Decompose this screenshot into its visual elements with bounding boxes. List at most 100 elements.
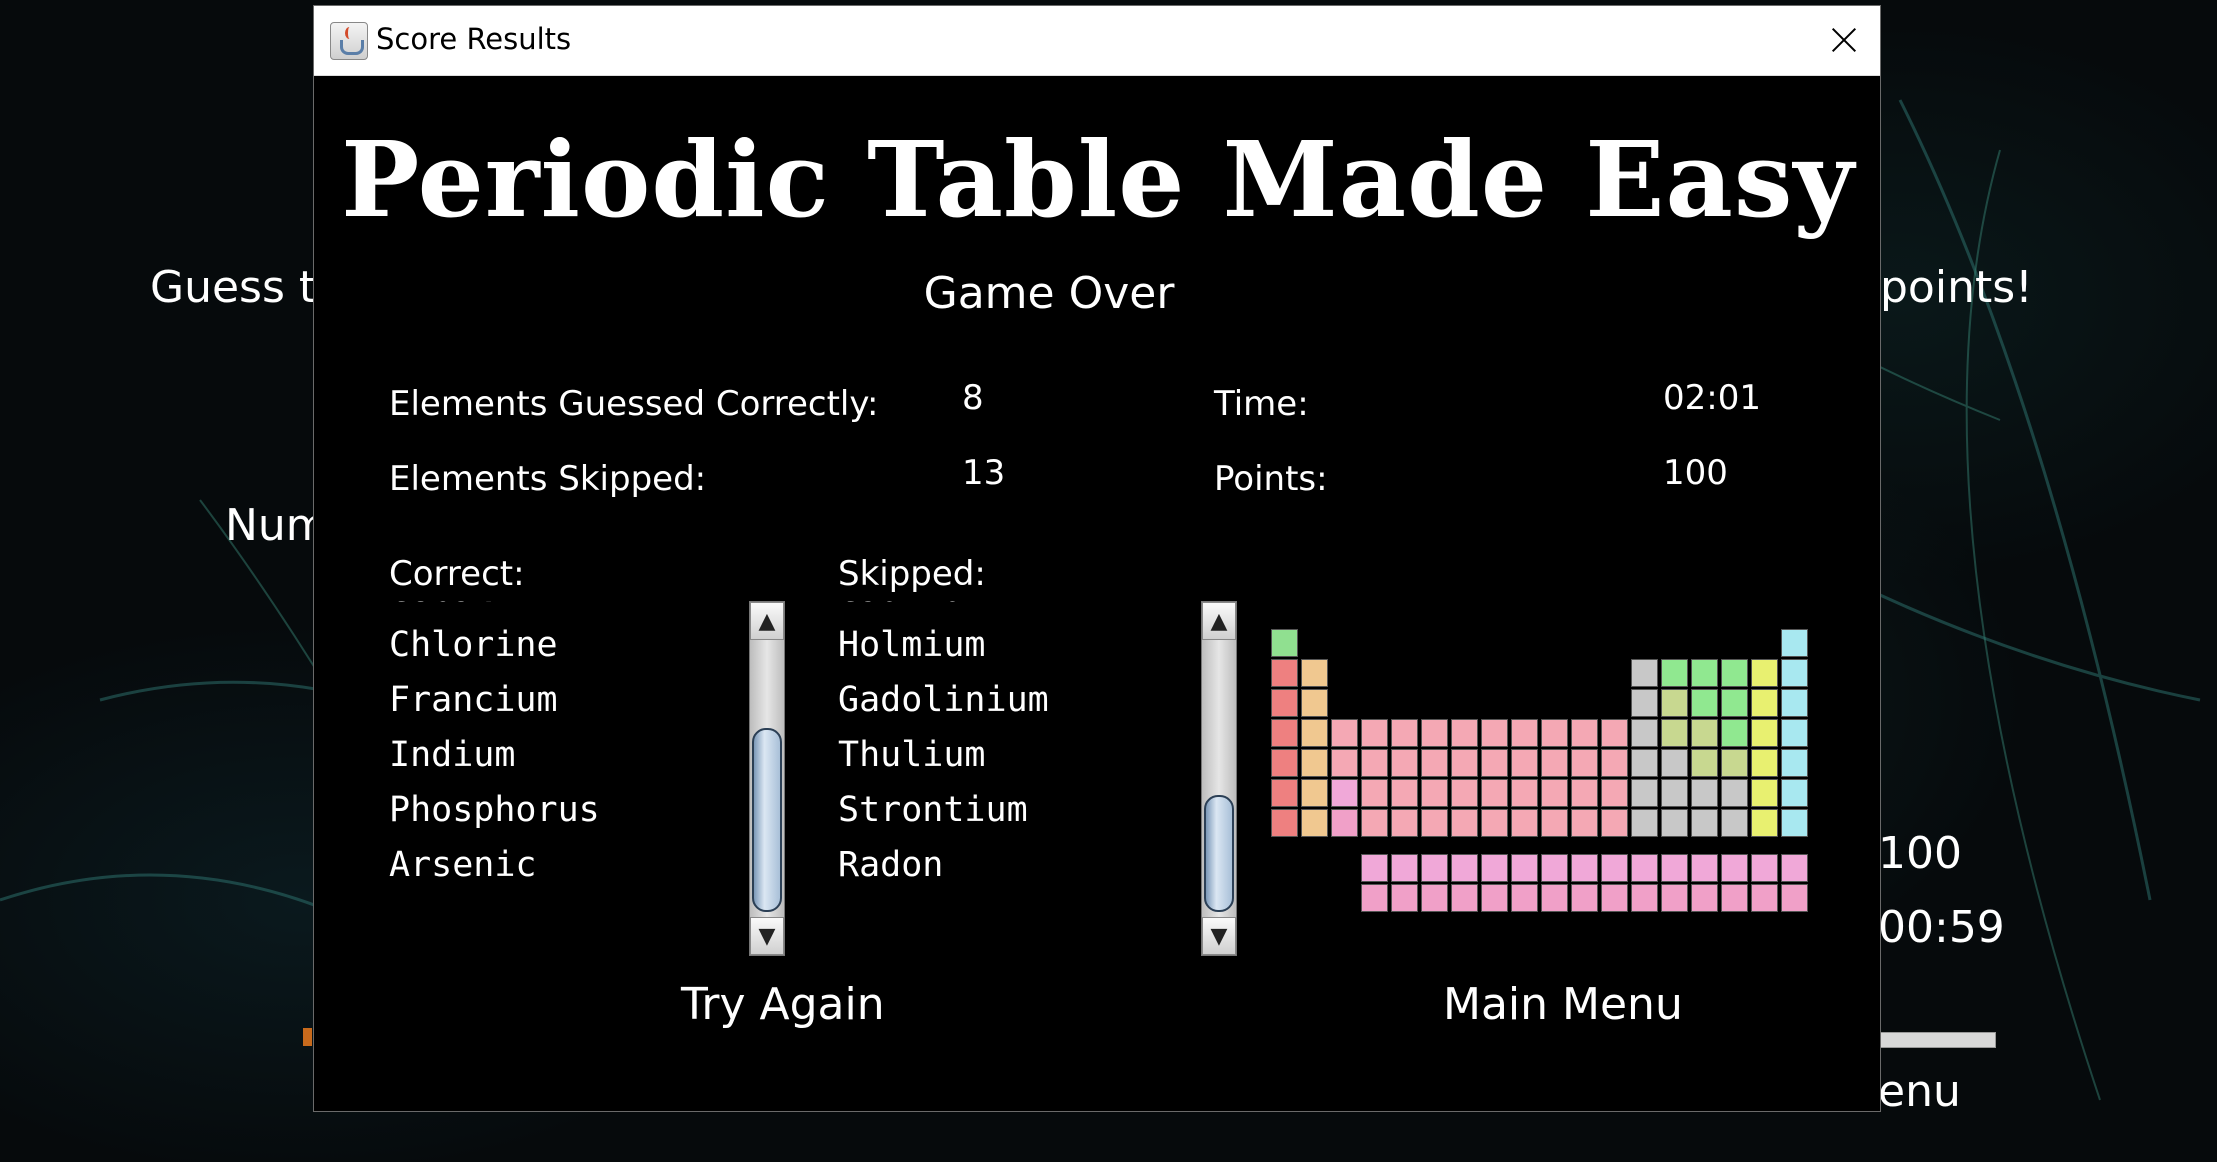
element-cell	[1361, 779, 1388, 807]
element-cell	[1601, 719, 1628, 747]
skipped-list[interactable]: Cadmium Holmium Gadolinium Thulium Stron…	[838, 601, 1258, 956]
list-item[interactable]: Radon	[838, 838, 1049, 893]
element-cell	[1661, 854, 1688, 882]
element-cell	[1751, 659, 1778, 687]
list-item[interactable]: Phosphorus	[389, 783, 600, 838]
element-cell	[1361, 809, 1388, 837]
element-cell	[1691, 884, 1718, 912]
element-cell	[1631, 854, 1658, 882]
element-cell	[1781, 719, 1808, 747]
time-label: Time:	[1214, 384, 1309, 424]
element-cell	[1631, 689, 1658, 717]
element-cell	[1541, 854, 1568, 882]
list-item[interactable]: Indium	[389, 728, 600, 783]
element-cell	[1691, 689, 1718, 717]
java-cup-icon	[330, 22, 368, 60]
list-item[interactable]: Strontium	[838, 783, 1049, 838]
list-item[interactable]: Thulium	[838, 728, 1049, 783]
element-cell	[1271, 779, 1298, 807]
element-cell	[1301, 689, 1328, 717]
list-item[interactable]: Arsenic	[389, 838, 600, 893]
element-cell	[1421, 884, 1448, 912]
element-cell	[1691, 659, 1718, 687]
element-cell	[1511, 719, 1538, 747]
element-cell	[1271, 809, 1298, 837]
element-cell	[1631, 809, 1658, 837]
scroll-thumb[interactable]	[752, 728, 782, 912]
element-cell	[1601, 779, 1628, 807]
points-value: 100	[1663, 453, 1728, 493]
element-cell	[1361, 749, 1388, 777]
element-cell	[1451, 749, 1478, 777]
element-cell	[1391, 809, 1418, 837]
element-cell	[1691, 749, 1718, 777]
element-cell	[1511, 809, 1538, 837]
element-cell	[1391, 884, 1418, 912]
element-cell	[1301, 719, 1328, 747]
element-cell	[1751, 749, 1778, 777]
try-again-button[interactable]: Try Again	[681, 979, 885, 1030]
element-cell	[1691, 719, 1718, 747]
element-cell	[1361, 884, 1388, 912]
element-cell	[1331, 719, 1358, 747]
element-cell	[1631, 659, 1658, 687]
element-cell	[1271, 749, 1298, 777]
element-cell	[1721, 809, 1748, 837]
element-cell	[1541, 749, 1568, 777]
window-title: Score Results	[376, 22, 572, 56]
background-menu-text: enu	[1878, 1066, 1961, 1117]
element-cell	[1511, 779, 1538, 807]
element-cell	[1751, 884, 1778, 912]
element-cell	[1271, 629, 1298, 657]
element-cell	[1751, 689, 1778, 717]
element-cell	[1781, 659, 1808, 687]
scroll-up-icon[interactable]: ▲	[1202, 602, 1236, 640]
background-orange-marker	[303, 1028, 312, 1046]
element-cell	[1331, 809, 1358, 837]
element-cell	[1631, 884, 1658, 912]
skipped-list-scrollbar[interactable]: ▲ ▼	[1201, 601, 1237, 956]
background-time-value: 00:59	[1878, 902, 2005, 953]
game-over-title: Game Over	[923, 268, 1175, 319]
list-item[interactable]: Cobalt	[389, 601, 600, 618]
time-value: 02:01	[1663, 378, 1761, 418]
list-item[interactable]: Francium	[389, 673, 600, 728]
element-cell	[1361, 719, 1388, 747]
element-cell	[1451, 719, 1478, 747]
correct-list-label: Correct:	[389, 554, 525, 594]
element-cell	[1661, 689, 1688, 717]
element-cell	[1661, 884, 1688, 912]
element-cell	[1481, 749, 1508, 777]
scroll-down-icon[interactable]: ▼	[750, 917, 784, 955]
skipped-count-value: 13	[962, 453, 1006, 493]
element-cell	[1481, 854, 1508, 882]
element-cell	[1571, 779, 1598, 807]
element-cell	[1331, 779, 1358, 807]
element-cell	[1301, 659, 1328, 687]
title-bar[interactable]: Score Results	[314, 6, 1880, 76]
element-cell	[1571, 809, 1598, 837]
element-cell	[1301, 749, 1328, 777]
element-cell	[1601, 884, 1628, 912]
correct-list[interactable]: Cobalt Chlorine Francium Indium Phosphor…	[389, 601, 809, 956]
element-cell	[1391, 854, 1418, 882]
correct-list-scrollbar[interactable]: ▲ ▼	[749, 601, 785, 956]
element-cell	[1481, 809, 1508, 837]
close-icon[interactable]	[1822, 18, 1866, 62]
element-cell	[1331, 749, 1358, 777]
element-cell	[1481, 779, 1508, 807]
element-cell	[1691, 809, 1718, 837]
scroll-up-icon[interactable]: ▲	[750, 602, 784, 640]
scroll-down-icon[interactable]: ▼	[1202, 917, 1236, 955]
scroll-thumb[interactable]	[1204, 795, 1234, 912]
element-cell	[1601, 809, 1628, 837]
element-cell	[1451, 854, 1478, 882]
list-item[interactable]: Cadmium	[838, 601, 1049, 618]
list-item[interactable]: Chlorine	[389, 618, 600, 673]
list-item[interactable]: Holmium	[838, 618, 1049, 673]
element-cell	[1361, 854, 1388, 882]
list-item[interactable]: Gadolinium	[838, 673, 1049, 728]
element-cell	[1301, 809, 1328, 837]
main-menu-button[interactable]: Main Menu	[1443, 979, 1683, 1030]
element-cell	[1541, 884, 1568, 912]
